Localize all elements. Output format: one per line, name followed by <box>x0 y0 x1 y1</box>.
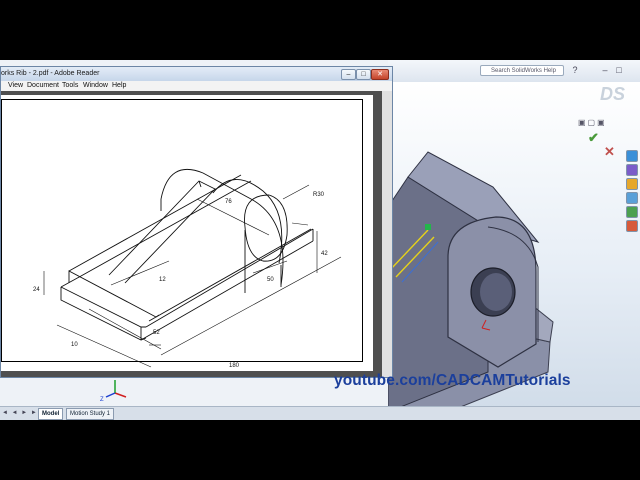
dim-76: 76 <box>225 199 232 205</box>
maximize-button[interactable]: □ <box>356 69 371 80</box>
cancel-x-icon[interactable]: ✕ <box>604 144 615 160</box>
menu-tools[interactable]: Tools <box>62 81 78 91</box>
minimize-button[interactable]: – <box>341 69 356 80</box>
reference-triad: Z <box>100 380 127 403</box>
menu-window[interactable]: Window <box>83 81 108 91</box>
close-button[interactable]: ✕ <box>371 69 389 80</box>
vertical-scrollbar[interactable] <box>382 91 392 377</box>
file-explorer-tab-icon[interactable] <box>626 178 638 190</box>
solidworks-top-bar: ⚲ Search SolidWorks Help ? – □ <box>388 60 640 83</box>
restore-button[interactable]: □ <box>613 64 625 77</box>
adobe-reader-window[interactable]: orks Rib - 2.pdf - Adobe Reader – □ ✕ Vi… <box>0 66 393 378</box>
appearances-tab-icon[interactable] <box>626 206 638 218</box>
graphics-viewport[interactable] <box>387 82 640 420</box>
tab-motion-study-1[interactable]: Motion Study 1 <box>66 408 115 420</box>
reader-title-bar[interactable]: orks Rib - 2.pdf - Adobe Reader – □ ✕ <box>1 67 392 81</box>
menu-view[interactable]: View <box>8 81 23 91</box>
solid-model[interactable] <box>387 82 640 420</box>
dim-24: 24 <box>33 287 40 293</box>
minimize-button[interactable]: – <box>599 64 611 77</box>
tab-scroll-arrows[interactable]: ◄ ◄ ► ► <box>2 408 38 418</box>
ds-logo: DS <box>600 84 626 104</box>
model-tab-strip: ◄ ◄ ► ► Model Motion Study 1 <box>0 406 640 420</box>
triad-z-label: Z <box>100 397 104 403</box>
tab-model[interactable]: Model <box>38 408 64 420</box>
document-area[interactable]: 76 R30 42 50 12 24 52 10 180 82 100 12 <box>1 91 392 377</box>
ok-check-icon[interactable]: ✔ <box>588 130 599 146</box>
design-library-tab-icon[interactable] <box>626 164 638 176</box>
dim-r30: R30 <box>313 192 325 198</box>
resources-tab-icon[interactable] <box>626 150 638 162</box>
custom-properties-tab-icon[interactable] <box>626 220 638 232</box>
dim-10: 10 <box>71 342 78 348</box>
youtube-watermark: youtube.com/CADCAMTutorials <box>334 372 571 389</box>
view-toolbar-icons[interactable]: ▣▢▣ <box>578 118 607 127</box>
menu-help[interactable]: Help <box>112 81 126 91</box>
task-pane-tabs[interactable] <box>626 150 638 234</box>
help-dropdown-button[interactable]: ? <box>569 64 581 77</box>
menu-document[interactable]: Document <box>27 81 59 91</box>
search-help-input[interactable]: Search SolidWorks Help <box>480 65 564 76</box>
isometric-drawing: 76 R30 42 50 12 24 52 10 180 82 100 12 <box>33 168 342 369</box>
dim-12-rib: 12 <box>159 277 166 283</box>
dim-180: 180 <box>229 363 240 369</box>
reader-window-title: orks Rib - 2.pdf - Adobe Reader <box>1 70 100 77</box>
dim-42: 42 <box>321 251 328 257</box>
desktop-screen: ⚲ Search SolidWorks Help ? – □ <box>0 60 640 420</box>
dim-50: 50 <box>267 277 274 283</box>
view-palette-tab-icon[interactable] <box>626 192 638 204</box>
dim-52: 52 <box>153 330 160 336</box>
